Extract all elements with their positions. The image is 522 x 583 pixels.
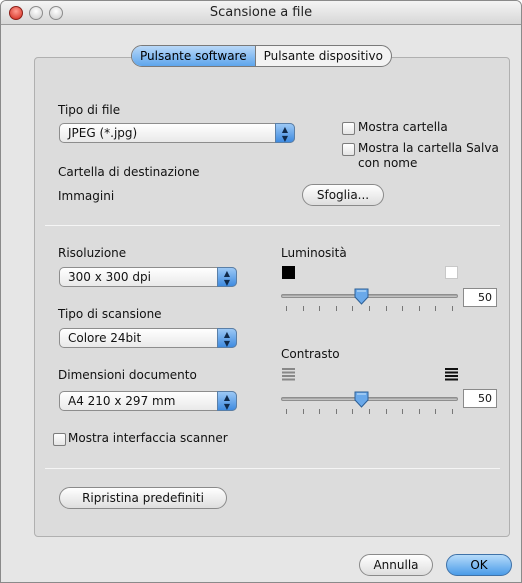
document-size-select[interactable]: A4 210 x 297 mm ▲ ▼: [59, 391, 237, 411]
slider-tick: [352, 306, 353, 311]
separator-top: [45, 225, 500, 226]
brightness-slider-ticks: [286, 306, 453, 312]
scan-type-label: Tipo di scansione: [58, 307, 162, 321]
ok-button[interactable]: OK: [446, 554, 512, 576]
high-contrast-icon: [445, 368, 458, 381]
contrast-slider-ticks: [286, 409, 453, 415]
slider-tick: [319, 306, 320, 311]
browse-button[interactable]: Sfoglia...: [302, 184, 384, 206]
file-type-value: JPEG (*.jpg): [68, 126, 138, 140]
slider-tick: [402, 306, 403, 311]
contrast-label: Contrasto: [281, 347, 340, 361]
show-scanner-interface-checkbox[interactable]: [53, 433, 66, 446]
show-folder-label: Mostra cartella: [358, 120, 448, 134]
tab-device-button[interactable]: Pulsante dispositivo: [254, 46, 391, 66]
document-size-value: A4 210 x 297 mm: [68, 394, 176, 408]
resolution-value: 300 x 300 dpi: [68, 270, 151, 284]
low-contrast-icon: [282, 368, 295, 381]
brightness-value-field[interactable]: 50: [463, 288, 497, 307]
slider-tick: [336, 409, 337, 414]
document-size-label: Dimensioni documento: [58, 368, 197, 382]
title-bar[interactable]: Scansione a file: [1, 1, 521, 25]
brightness-label: Luminosità: [281, 246, 347, 260]
show-save-as-folder-label-line2: con nome: [358, 156, 418, 170]
slider-tick: [286, 409, 287, 414]
contrast-slider-thumb[interactable]: [353, 391, 370, 408]
file-type-select[interactable]: JPEG (*.jpg) ▲ ▼: [59, 123, 295, 143]
slider-tick: [386, 306, 387, 311]
popup-arrows-icon: ▲ ▼: [217, 391, 237, 411]
window-title: Scansione a file: [209, 5, 313, 20]
slider-tick: [435, 409, 436, 414]
scan-type-select[interactable]: Colore 24bit ▲ ▼: [59, 328, 237, 348]
show-save-as-folder-label-line1: Mostra la cartella Salva: [358, 141, 499, 155]
brightness-slider-thumb[interactable]: [353, 288, 370, 305]
dark-brightness-icon: [282, 266, 295, 279]
reset-defaults-button[interactable]: Ripristina predefiniti: [59, 487, 227, 509]
separator-bottom: [45, 468, 500, 469]
contrast-value-field[interactable]: 50: [463, 389, 497, 408]
tab-software-button[interactable]: Pulsante software: [132, 46, 255, 66]
destination-folder-label: Cartella di destinazione: [58, 165, 200, 179]
resolution-select[interactable]: 300 x 300 dpi ▲ ▼: [59, 267, 237, 287]
popup-arrows-icon: ▲ ▼: [275, 123, 295, 143]
file-type-label: Tipo di file: [58, 103, 121, 117]
show-save-as-folder-checkbox[interactable]: [342, 143, 355, 156]
show-scanner-interface-label: Mostra interfaccia scanner: [68, 431, 228, 445]
show-folder-checkbox[interactable]: [342, 122, 355, 135]
popup-arrows-icon: ▲ ▼: [217, 328, 237, 348]
slider-tick: [369, 306, 370, 311]
slider-tick: [303, 409, 304, 414]
slider-tick: [352, 409, 353, 414]
popup-arrows-icon: ▲ ▼: [217, 267, 237, 287]
slider-tick: [336, 306, 337, 311]
resolution-label: Risoluzione: [58, 246, 127, 260]
slider-tick: [402, 409, 403, 414]
slider-tick: [435, 306, 436, 311]
slider-tick: [286, 306, 287, 311]
slider-tick: [303, 306, 304, 311]
tab-bar: Pulsante software Pulsante dispositivo: [131, 45, 392, 67]
light-brightness-icon: [445, 266, 458, 279]
slider-tick: [386, 409, 387, 414]
scan-to-file-window: Scansione a file Pulsante software Pulsa…: [0, 0, 522, 583]
slider-tick: [419, 409, 420, 414]
slider-tick: [319, 409, 320, 414]
slider-tick: [452, 306, 453, 311]
scan-type-value: Colore 24bit: [68, 331, 142, 345]
slider-tick: [452, 409, 453, 414]
destination-folder-value: Immagini: [58, 189, 115, 203]
slider-tick: [369, 409, 370, 414]
cancel-button[interactable]: Annulla: [359, 554, 433, 576]
slider-tick: [419, 306, 420, 311]
